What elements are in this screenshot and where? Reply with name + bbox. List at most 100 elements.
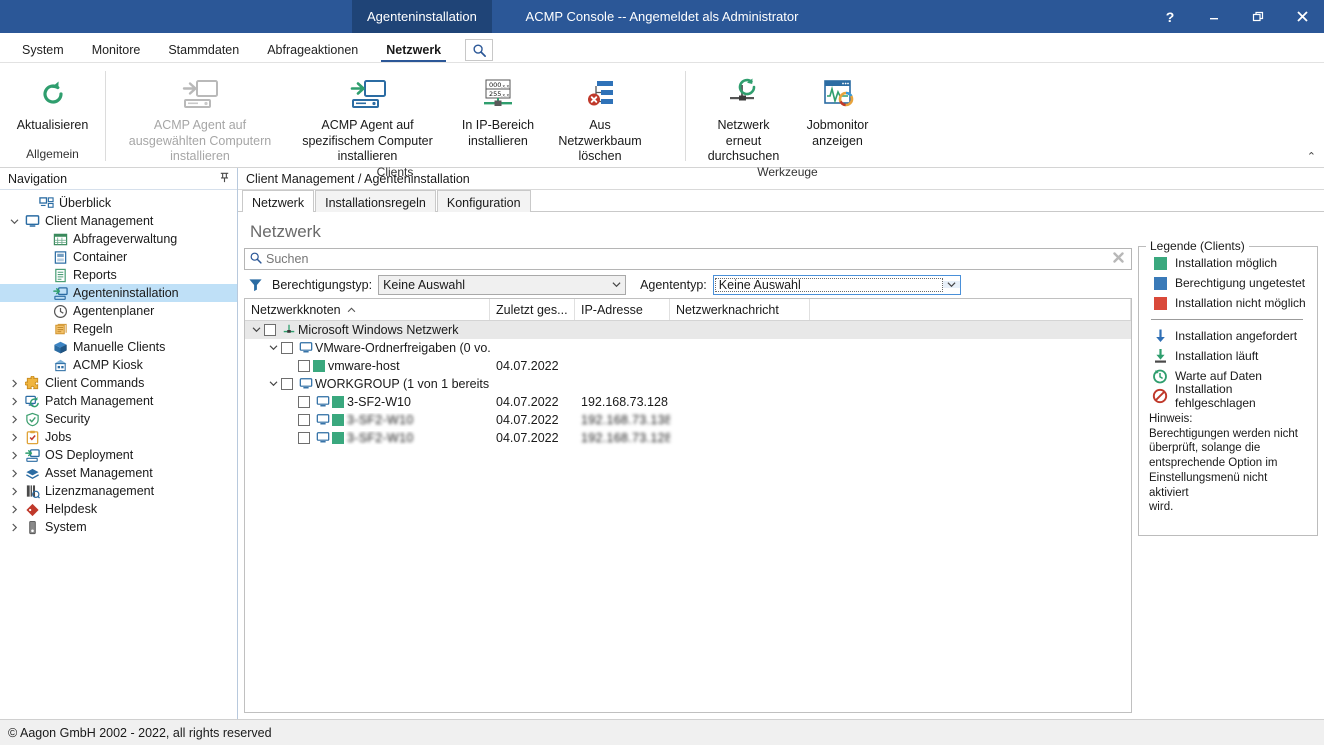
row-checkbox[interactable]: [298, 360, 310, 372]
sidebar-item-abfrageverwaltung[interactable]: Abfrageverwaltung: [0, 230, 237, 248]
column-header-ip-adresse[interactable]: IP-Adresse: [575, 299, 670, 320]
sidebar-item-os-deployment[interactable]: OS Deployment: [0, 446, 237, 464]
sidebar-item-reports[interactable]: Reports: [0, 266, 237, 284]
ribbon-collapse-button[interactable]: ⌃: [1307, 150, 1316, 163]
sidebar-item-regeln[interactable]: Regeln: [0, 320, 237, 338]
kiosk-icon: [50, 358, 70, 373]
search-input[interactable]: [263, 252, 1109, 266]
column-header-zuletzt-ges[interactable]: Zuletzt ges...: [490, 299, 575, 320]
sidebar-item-label: Agenteninstallation: [70, 286, 179, 300]
sidebar-item-patch-management[interactable]: Patch Management: [0, 392, 237, 410]
row-checkbox[interactable]: [281, 378, 293, 390]
column-header-netzwerknachricht[interactable]: Netzwerknachricht: [670, 299, 810, 320]
sidebar-item-lizenzmanagement[interactable]: Lizenzmanagement: [0, 482, 237, 500]
sidebar-item-security[interactable]: Security: [0, 410, 237, 428]
close-button[interactable]: [1280, 0, 1324, 33]
chevron-right-icon[interactable]: [6, 451, 22, 460]
sidebar-item-berblick[interactable]: Überblick: [0, 194, 237, 212]
chevron-down-icon[interactable]: [6, 218, 22, 225]
column-header-netzwerkknoten[interactable]: Netzwerkknoten: [245, 299, 490, 320]
install-ip-range-button[interactable]: 000 .x.x 255 .x.x In IP-Bereich installi…: [450, 69, 546, 149]
refresh-button[interactable]: Aktualisieren: [3, 69, 103, 134]
chevron-right-icon[interactable]: [6, 379, 22, 388]
row-checkbox[interactable]: [298, 414, 310, 426]
table-row[interactable]: 3-SF2-W1004.07.2022192.168.73.128: [245, 393, 1131, 411]
column-header-filler: [810, 299, 1131, 320]
tab-netzwerk[interactable]: Netzwerk: [242, 190, 314, 212]
search-box[interactable]: [244, 248, 1132, 270]
row-checkbox[interactable]: [298, 432, 310, 444]
ribbon-tab-abfrageaktionen[interactable]: Abfrageaktionen: [253, 39, 372, 62]
legend-note: Hinweis: Berechtigungen werden nicht übe…: [1147, 406, 1309, 515]
sidebar-item-container[interactable]: Container: [0, 248, 237, 266]
install-agent-specific-button[interactable]: ACMP Agent auf spezifischem Computer ins…: [285, 69, 450, 165]
table-row[interactable]: 3-SF2-W1004.07.2022192.168.73.138: [245, 411, 1131, 429]
ribbon-tab-system[interactable]: System: [8, 39, 78, 62]
sort-ascending-icon: [347, 305, 356, 315]
sidebar-item-agenteninstallation[interactable]: Agenteninstallation: [0, 284, 237, 302]
table-row[interactable]: WORKGROUP (1 von 1 bereits v...: [245, 375, 1131, 393]
chevron-down-icon: [943, 281, 960, 288]
ip-range-icon: 000 .x.x 255 .x.x: [479, 73, 517, 115]
install-agent-selected-button[interactable]: ACMP Agent auf ausgewählten Computern in…: [115, 69, 285, 165]
sidebar-item-manuelle-clients[interactable]: Manuelle Clients: [0, 338, 237, 356]
table-row[interactable]: VMware-Ordnerfreigaben (0 vo...: [245, 339, 1131, 357]
minimize-button[interactable]: [1192, 0, 1236, 33]
tab-installationsregeln[interactable]: Installationsregeln: [315, 190, 436, 212]
navigation-tree: ÜberblickClient ManagementAbfrageverwalt…: [0, 190, 237, 719]
chevron-right-icon[interactable]: [6, 469, 22, 478]
refresh-button-label: Aktualisieren: [17, 118, 89, 134]
chevron-right-icon[interactable]: [6, 415, 22, 424]
restore-button[interactable]: [1236, 0, 1280, 33]
legend-status-item: Installation angefordert: [1147, 326, 1309, 346]
jobmonitor-label: Jobmonitor anzeigen: [802, 118, 874, 149]
sidebar-item-jobs[interactable]: Jobs: [0, 428, 237, 446]
sidebar-item-client-commands[interactable]: Client Commands: [0, 374, 237, 392]
chevron-down-icon[interactable]: [249, 325, 264, 335]
ribbon-tab-stammdaten[interactable]: Stammdaten: [154, 39, 253, 62]
help-button[interactable]: ?: [1148, 0, 1192, 33]
network-icon: [279, 323, 298, 337]
search-icon: [249, 251, 263, 268]
chevron-down-icon[interactable]: [266, 379, 281, 389]
permission-filter-value: Keine Auswahl: [379, 278, 608, 292]
sidebar-item-agentenplaner[interactable]: Agentenplaner: [0, 302, 237, 320]
ribbon-tab-netzwerk[interactable]: Netzwerk: [372, 39, 455, 62]
computer-icon: [313, 395, 332, 409]
row-node-cell: VMware-Ordnerfreigaben (0 vo...: [245, 341, 490, 355]
sidebar-item-helpdesk[interactable]: Helpdesk: [0, 500, 237, 518]
row-node-label: 3-SF2-W10: [347, 431, 414, 445]
row-checkbox[interactable]: [281, 342, 293, 354]
rescan-network-button[interactable]: Netzwerk erneut durchsuchen: [694, 69, 794, 165]
sidebar-item-system[interactable]: System: [0, 518, 237, 536]
ribbon-group-werkzeuge: Netzwerk erneut durchsuchen: [685, 63, 890, 167]
clear-icon[interactable]: [1109, 251, 1127, 267]
legend-item: Berechtigung ungetestet: [1147, 273, 1309, 293]
agent-filter-select[interactable]: Keine Auswahl: [713, 275, 961, 295]
navigation-title: Navigation: [8, 172, 67, 186]
row-checkbox[interactable]: [264, 324, 276, 336]
chevron-right-icon[interactable]: [6, 433, 22, 442]
ribbon-search-button[interactable]: [465, 39, 493, 61]
active-window-tab[interactable]: Agenteninstallation: [352, 0, 492, 33]
chevron-down-icon: [608, 281, 625, 288]
sidebar-item-asset-management[interactable]: Asset Management: [0, 464, 237, 482]
ribbon-tab-monitore[interactable]: Monitore: [78, 39, 155, 62]
table-row[interactable]: Microsoft Windows Netzwerk: [245, 321, 1131, 339]
delete-from-network-tree-button[interactable]: Aus Netzwerkbaum löschen: [546, 69, 654, 165]
chevron-down-icon[interactable]: [266, 343, 281, 353]
jobmonitor-button[interactable]: Jobmonitor anzeigen: [794, 69, 882, 149]
chevron-right-icon[interactable]: [6, 487, 22, 496]
row-checkbox[interactable]: [298, 396, 310, 408]
sidebar-item-acmp-kiosk[interactable]: ACMP Kiosk: [0, 356, 237, 374]
chevron-right-icon[interactable]: [6, 397, 22, 406]
table-row[interactable]: vmware-host04.07.2022: [245, 357, 1131, 375]
chevron-right-icon[interactable]: [6, 523, 22, 532]
tab-konfiguration[interactable]: Konfiguration: [437, 190, 531, 212]
permission-filter-select[interactable]: Keine Auswahl: [378, 275, 626, 295]
table-row[interactable]: 3-SF2-W1004.07.2022192.168.73.128: [245, 429, 1131, 447]
legend-panel: Legende (Clients) Installation möglich B…: [1138, 246, 1318, 536]
chevron-right-icon[interactable]: [6, 505, 22, 514]
content-tab-strip: Netzwerk Installationsregeln Konfigurati…: [238, 190, 1324, 212]
sidebar-item-client-management[interactable]: Client Management: [0, 212, 237, 230]
